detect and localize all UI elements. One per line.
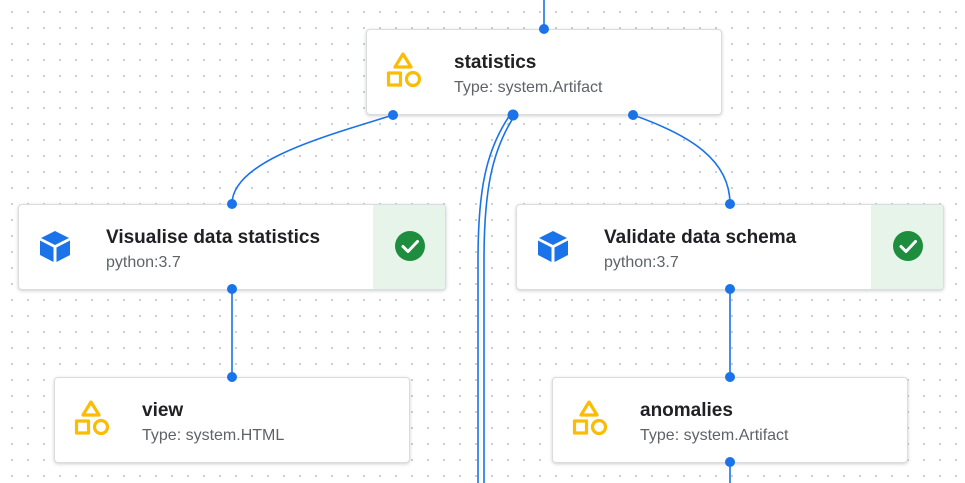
node-visualise-data-statistics[interactable]: Visualise data statistics python:3.7 bbox=[18, 204, 446, 290]
port-statistics-in[interactable] bbox=[539, 24, 549, 34]
node-statistics[interactable]: statistics Type: system.Artifact bbox=[366, 29, 722, 115]
artifact-shapes-icon bbox=[572, 400, 608, 436]
node-title: statistics bbox=[454, 52, 537, 73]
node-title: anomalies bbox=[640, 400, 733, 421]
port-statistics-out-left[interactable] bbox=[388, 110, 398, 120]
edge-statistics-down-a[interactable] bbox=[477, 114, 511, 483]
node-validate-data-schema[interactable]: Validate data schema python:3.7 bbox=[516, 204, 944, 290]
edge-statistics-down-b[interactable] bbox=[483, 114, 516, 483]
cube-icon bbox=[538, 231, 568, 262]
port-anomalies-out[interactable] bbox=[725, 457, 735, 467]
artifact-shapes-icon bbox=[74, 400, 110, 436]
success-check-icon bbox=[395, 231, 425, 261]
edge-statistics-to-visualise[interactable] bbox=[231, 114, 394, 205]
edge-statistics-to-validate[interactable] bbox=[632, 114, 731, 205]
port-visualise-in[interactable] bbox=[227, 199, 237, 209]
success-check-icon bbox=[893, 231, 923, 261]
node-title: view bbox=[142, 400, 184, 421]
status-panel bbox=[871, 205, 943, 289]
port-validate-out[interactable] bbox=[725, 284, 735, 294]
node-image: python:3.7 bbox=[604, 254, 679, 271]
node-anomalies[interactable]: anomalies Type: system.Artifact bbox=[552, 377, 908, 463]
node-view[interactable]: view Type: system.HTML bbox=[54, 377, 410, 463]
port-validate-in[interactable] bbox=[725, 199, 735, 209]
node-title: Validate data schema bbox=[604, 227, 797, 248]
port-statistics-out-center[interactable] bbox=[507, 109, 519, 121]
port-visualise-out[interactable] bbox=[227, 284, 237, 294]
status-panel bbox=[373, 205, 445, 289]
node-title: Visualise data statistics bbox=[106, 227, 321, 248]
port-anomalies-in[interactable] bbox=[725, 372, 735, 382]
port-view-in[interactable] bbox=[227, 372, 237, 382]
port-statistics-out-right[interactable] bbox=[628, 110, 638, 120]
node-type: Type: system.Artifact bbox=[640, 427, 789, 444]
cube-icon bbox=[40, 231, 70, 262]
artifact-shapes-icon bbox=[386, 52, 422, 88]
node-type: Type: system.HTML bbox=[142, 427, 285, 444]
node-image: python:3.7 bbox=[106, 254, 181, 271]
node-type: Type: system.Artifact bbox=[454, 79, 603, 96]
